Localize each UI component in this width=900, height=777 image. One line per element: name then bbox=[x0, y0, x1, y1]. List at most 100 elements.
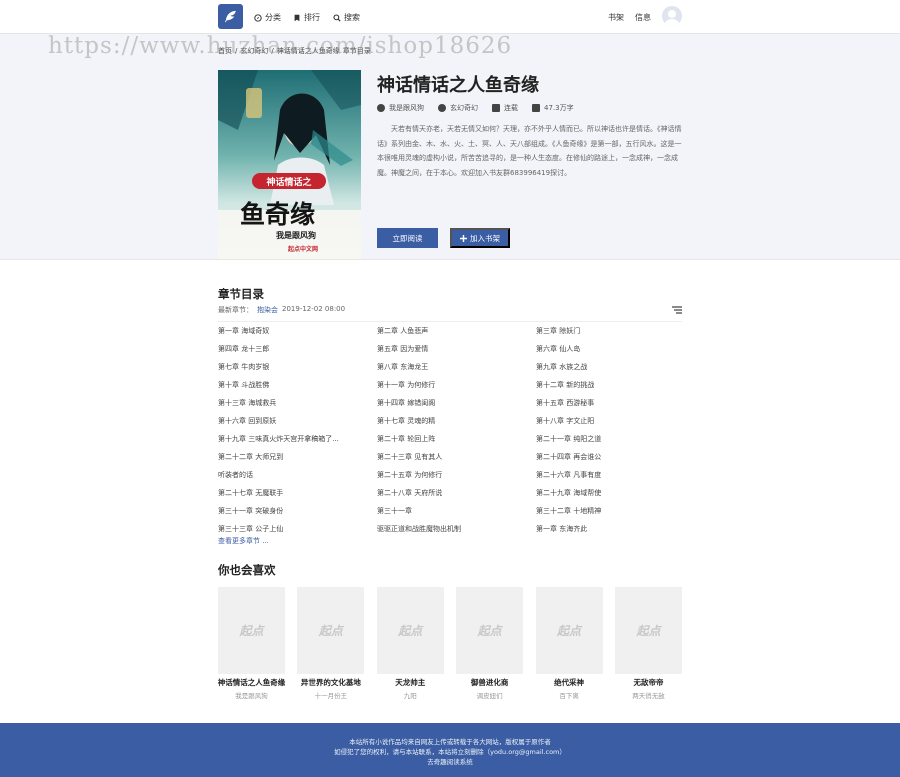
compass-icon bbox=[254, 13, 262, 22]
chapter-link[interactable]: 第十七章 灵魂的精 bbox=[377, 412, 536, 430]
chapter-link[interactable]: 第三十二章 十地精神 bbox=[536, 502, 682, 520]
chapter-link[interactable]: 第一章 海域奇奴 bbox=[218, 322, 377, 340]
messages-link[interactable]: 信息 bbox=[635, 12, 651, 23]
feather-icon bbox=[224, 10, 237, 23]
chapter-link[interactable]: 第十六章 回到原妖 bbox=[218, 412, 377, 430]
placeholder-logo-icon: 起点 bbox=[557, 624, 582, 638]
book-cover-placeholder: 起点 bbox=[614, 587, 682, 674]
search-icon bbox=[333, 13, 341, 22]
book-cover-placeholder: 起点 bbox=[376, 587, 444, 674]
recommend-list: 起点 神话情话之人鱼奇缘 我是跟风狗 起点 异世界的文化基地 十一月份王 起点 天龙帅主 九阳起… bbox=[218, 587, 682, 700]
book-description: 天若有情天亦老，天若无情又如何？天理，亦不外乎人情而已。所以神话也许是情话。《神… bbox=[377, 125, 682, 177]
recommended-book-author: 我是跟风狗 bbox=[235, 692, 268, 700]
recommended-book-author: 九阳 bbox=[403, 692, 417, 700]
site-logo[interactable] bbox=[218, 4, 243, 29]
chapter-link[interactable]: 第十八章 字文止阳 bbox=[536, 412, 682, 430]
chapter-link[interactable]: 第十五章 西游秘事 bbox=[536, 394, 682, 412]
chapter-link[interactable]: 第十二章 新的挑战 bbox=[536, 376, 682, 394]
cover-title: 鱼奇缘 bbox=[240, 200, 316, 229]
chapter-link[interactable]: 第十四章 嫁错闺阁 bbox=[377, 394, 536, 412]
view-more-chapters-link[interactable]: 查看更多章节 ... bbox=[218, 536, 269, 546]
chapter-link[interactable]: 听装者的话 bbox=[218, 466, 377, 484]
chapter-link[interactable]: 第二十一章 纯阳之道 bbox=[536, 430, 682, 448]
chapter-list: 第一章 海域奇奴 第二章 人鱼悲声 第三章 除妖门 第四章 龙十三郎 第五章 因为爱情第… bbox=[218, 322, 682, 532]
recommended-book[interactable]: 起点 天龙帅主 九阳 bbox=[376, 587, 444, 700]
chapter-link[interactable]: 第六章 仙人岛 bbox=[536, 340, 682, 358]
recommended-book-author: 两天俏无敌 bbox=[632, 692, 665, 700]
recommended-book-title: 神话情话之人鱼奇缘 bbox=[217, 678, 286, 687]
document-icon bbox=[492, 104, 500, 112]
recommended-book-author: 百下离 bbox=[559, 692, 579, 700]
chapter-link[interactable]: 第五章 因为爱情 bbox=[377, 340, 536, 358]
chapter-link[interactable]: 第二十三章 见有其人 bbox=[377, 448, 536, 466]
book-title: 神话情话之人鱼奇缘 bbox=[377, 75, 539, 96]
status-text: 连载 bbox=[504, 104, 518, 112]
chapter-link[interactable]: 第二十章 轮回上阵 bbox=[377, 430, 536, 448]
chapter-link[interactable]: 第二十四章 再会谁公 bbox=[536, 448, 682, 466]
recommended-book[interactable]: 起点 绝代采神 百下离 bbox=[535, 587, 603, 700]
author-icon bbox=[377, 104, 385, 112]
placeholder-logo-icon: 起点 bbox=[636, 624, 661, 638]
latest-time: 2019-12-02 08:00 bbox=[282, 305, 346, 313]
add-to-bookshelf-label: 加入书架 bbox=[470, 233, 500, 243]
chapter-link[interactable]: 第二章 人鱼悲声 bbox=[377, 322, 536, 340]
read-now-label: 立即阅读 bbox=[392, 233, 423, 243]
bookmark-icon bbox=[294, 14, 300, 21]
recommended-book[interactable]: 起点无敌帝帝两天俏无敌 bbox=[614, 587, 682, 700]
meta-status: 连载 bbox=[492, 103, 518, 113]
bookshelf-link[interactable]: 书架 bbox=[608, 12, 624, 23]
nav-category[interactable]: 分类 bbox=[254, 12, 281, 23]
read-now-button[interactable]: 立即阅读 bbox=[377, 228, 438, 248]
recommended-book[interactable]: 起点 御兽进化商 调皮妞们 bbox=[456, 587, 524, 700]
chapter-link[interactable]: 第二十二章 大师兄到 bbox=[218, 448, 377, 466]
chapter-link[interactable]: 第二十五章 为何修行 bbox=[377, 466, 536, 484]
catalog-title: 章节目录 bbox=[218, 287, 264, 301]
meta-author[interactable]: 我是跟风狗 bbox=[377, 103, 424, 113]
chapter-link[interactable]: 第三十一章 突破身份 bbox=[218, 502, 377, 520]
recommended-book-title: 无敌帝帝 bbox=[633, 678, 664, 687]
chapter-link[interactable]: 第七章 牛肉岁银 bbox=[218, 358, 377, 376]
recommended-book[interactable]: 起点 神话情话之人鱼奇缘 我是跟风狗 bbox=[218, 587, 285, 700]
nav-ranking[interactable]: 排行 bbox=[293, 12, 320, 23]
chapter-link[interactable]: 第二十八章 天府所说 bbox=[377, 484, 536, 502]
sort-icon[interactable] bbox=[672, 306, 682, 314]
chapter-link[interactable]: 第三十一章 bbox=[377, 502, 536, 520]
recommended-book[interactable]: 起点 异世界的文化基地 十一月份王 bbox=[297, 587, 365, 700]
latest-chapter-info: 最新章节： 抱染会 2019-12-02 08:00 bbox=[218, 305, 345, 315]
chapter-link[interactable]: 第二十九章 海域帮使 bbox=[536, 484, 682, 502]
placeholder-logo-icon: 起点 bbox=[477, 624, 502, 638]
chapter-link[interactable]: 第三十三章 公子上仙 bbox=[218, 520, 377, 532]
chapter-link[interactable]: 第十三章 海城救兵 bbox=[218, 394, 377, 412]
chapter-link[interactable]: 第二十七章 无魔联手 bbox=[218, 484, 377, 502]
more-icon bbox=[438, 104, 446, 112]
chapter-link[interactable]: 第八章 东海龙王 bbox=[377, 358, 536, 376]
book-cover-placeholder: 起点 bbox=[456, 587, 524, 674]
add-to-bookshelf-button[interactable]: 加入书架 bbox=[450, 228, 510, 248]
latest-chapter-link[interactable]: 抱染会 bbox=[257, 305, 278, 315]
chapter-link[interactable]: 第四章 龙十三郎 bbox=[218, 340, 377, 358]
nav-search-label: 搜索 bbox=[344, 13, 360, 22]
recommend-title: 你也会喜欢 bbox=[218, 563, 276, 577]
nav-search[interactable]: 搜索 bbox=[333, 12, 360, 23]
chapter-link[interactable]: 第十九章 三味真火炸天宫开拿稿箱了... bbox=[218, 430, 377, 448]
recommended-book-author: 十一月份王 bbox=[314, 692, 348, 700]
book-cover-placeholder: 起点 bbox=[297, 587, 365, 674]
nav-category-label: 分类 bbox=[265, 13, 281, 22]
meta-genre[interactable]: 玄幻奇幻 bbox=[438, 103, 478, 113]
book-cover-placeholder: 起点 bbox=[535, 587, 603, 674]
chapter-link[interactable]: 第十章 斗战胜佛 bbox=[218, 376, 377, 394]
footer-powered-by: 去奇趣阅读系统 bbox=[427, 758, 473, 766]
book-cover[interactable]: 神话情话之 鱼奇缘 我是跟风狗 起点中文网 bbox=[218, 70, 361, 259]
chapter-link[interactable]: 第十一章 为何修行 bbox=[377, 376, 536, 394]
chapter-link[interactable]: 第三章 除妖门 bbox=[536, 322, 682, 340]
chapter-link[interactable]: 第一章 东海齐此 bbox=[536, 520, 682, 532]
nav-ranking-label: 排行 bbox=[304, 13, 320, 22]
site-footer: 本站所有小说作品均来自网友上传或转载于各大网站，版权属于原作者 如侵犯了您的权利… bbox=[0, 723, 900, 777]
word-count-icon bbox=[532, 104, 540, 112]
chapter-link[interactable]: 驱驱正道和战胜魔物出机制 bbox=[377, 520, 536, 532]
latest-label: 最新章节： bbox=[218, 306, 253, 314]
chapter-link[interactable]: 第九章 水族之战 bbox=[536, 358, 682, 376]
recommended-book-author: 调皮妞们 bbox=[476, 692, 503, 700]
user-avatar[interactable] bbox=[662, 6, 682, 26]
chapter-link[interactable]: 第二十六章 凡事有度 bbox=[536, 466, 682, 484]
